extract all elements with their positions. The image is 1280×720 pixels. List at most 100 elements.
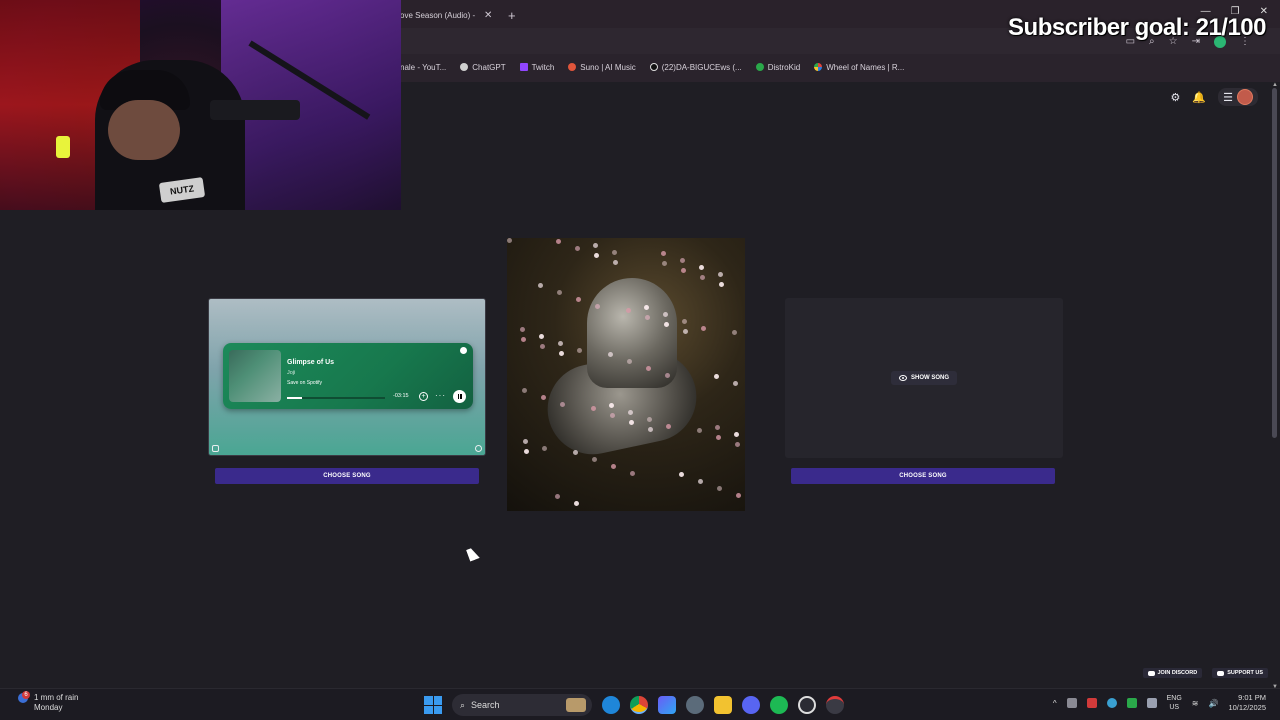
artist-name[interactable]: Joji (287, 370, 295, 376)
browser-tab[interactable]: ove Season (Audio) - ✕ + (400, 4, 520, 26)
chatgpt-icon (460, 63, 469, 71)
join-discord-button[interactable]: JOIN DISCORD (1142, 668, 1203, 678)
show-song-label: SHOW SONG (910, 375, 949, 381)
flower (524, 449, 529, 454)
flower (538, 283, 543, 288)
bell-icon[interactable]: 🔔 (1192, 91, 1206, 104)
volume-icon[interactable]: 🔊 (1208, 699, 1218, 708)
discord-app-icon[interactable] (742, 696, 760, 714)
tray-blue-icon[interactable] (1106, 698, 1117, 708)
flower (717, 486, 722, 491)
choose-song-button-right[interactable]: CHOOSE SONG (791, 468, 1055, 484)
support-icon (1217, 670, 1225, 676)
bookmark-chatgpt[interactable]: ChatGPT (460, 63, 506, 72)
flower (715, 425, 720, 430)
bookmark-distrokid[interactable]: DistroKid (755, 62, 801, 72)
flower (733, 381, 738, 386)
twitch-icon (519, 63, 528, 71)
flower (681, 268, 686, 273)
flower (593, 243, 598, 248)
flower (664, 322, 669, 327)
mouse-cursor (466, 546, 480, 562)
search-highlight-icon (566, 698, 586, 712)
face (108, 100, 180, 160)
flower (663, 312, 668, 317)
choose-song-button-left[interactable]: CHOOSE SONG (215, 468, 479, 484)
progress-fill (287, 397, 302, 399)
notification-badge: 6 (22, 691, 30, 699)
chevron-up-icon[interactable]: ^ (1053, 699, 1057, 708)
system-tray: ^ ENG US ≋ 🔊 9:01 PM 10/12/2025 (1053, 693, 1266, 713)
flower (735, 442, 740, 447)
settings-corner-icon[interactable] (475, 445, 482, 452)
flower (719, 282, 724, 287)
taskbar-search[interactable]: ⌕ Search (452, 694, 592, 716)
flower (575, 246, 580, 251)
save-on-spotify-link[interactable]: Save on Spotify (287, 380, 322, 386)
wifi-icon[interactable]: ≋ (1192, 699, 1199, 708)
flower (611, 464, 616, 469)
knight-helmet (587, 278, 677, 388)
app-icon[interactable] (826, 696, 844, 714)
flower (734, 432, 739, 437)
flower (520, 327, 525, 332)
new-tab-button[interactable]: + (508, 8, 516, 23)
flower (683, 329, 688, 334)
weather-text: 1 mm of rain (34, 693, 79, 702)
bookmark-wheel-of-names[interactable]: Wheel of Names | R... (814, 63, 904, 72)
flower (609, 403, 614, 408)
user-menu[interactable]: ☰ (1218, 88, 1258, 106)
flower (558, 341, 563, 346)
copilot-icon[interactable] (658, 696, 676, 714)
bookmark-label: (22)DA-BIGUCEws (... (661, 62, 742, 72)
bookmark-youtube[interactable]: nale - YouT... (400, 63, 446, 72)
flower (665, 373, 670, 378)
obs-icon[interactable] (798, 696, 816, 714)
bookmark-label: DistroKid (767, 62, 801, 72)
show-song-button[interactable]: SHOW SONG (891, 371, 957, 385)
flower (732, 330, 737, 335)
weather-day: Monday (34, 703, 63, 712)
flower (521, 337, 526, 342)
tray-app-icon[interactable] (1066, 698, 1077, 708)
weather-widget[interactable]: 6 1 mm of rain Monday (18, 691, 79, 713)
file-explorer-icon[interactable] (714, 696, 732, 714)
spotify-embed[interactable]: Glimpse of Us Joji Save on Spotify -03:1… (223, 343, 473, 409)
clock[interactable]: 9:01 PM 10/12/2025 (1228, 693, 1266, 713)
spotify-logo-icon[interactable] (460, 347, 467, 354)
progress-bar[interactable] (287, 397, 385, 399)
bookmark-tiktok[interactable]: (22)DA-BIGUCEws (... (649, 62, 742, 72)
support-us-button[interactable]: SUPPORT US (1212, 668, 1268, 678)
bookmark-suno[interactable]: Suno | AI Music (568, 63, 636, 72)
flower (507, 238, 512, 243)
flower (627, 359, 632, 364)
tray-green-icon[interactable] (1126, 698, 1137, 708)
expand-icon[interactable] (212, 445, 219, 452)
spotify-app-icon[interactable] (770, 696, 788, 714)
bookmark-twitch[interactable]: Twitch (519, 63, 554, 72)
tray-red-icon[interactable] (1086, 698, 1097, 708)
edge-icon[interactable] (602, 696, 620, 714)
flower (608, 352, 613, 357)
microphone-icon[interactable] (1146, 698, 1157, 708)
scrollbar-thumb[interactable] (1272, 88, 1277, 438)
language-indicator[interactable]: ENG US (1167, 694, 1182, 712)
flower (595, 304, 600, 309)
flower (698, 479, 703, 484)
flower (594, 253, 599, 258)
windows-start-icon[interactable] (424, 696, 442, 714)
flower (697, 428, 702, 433)
pause-button[interactable] (453, 390, 466, 403)
tab-close-icon[interactable]: ✕ (484, 10, 492, 21)
add-icon[interactable]: + (419, 392, 428, 401)
more-options-icon[interactable]: ··· (435, 391, 446, 400)
gear-icon[interactable]: ⚙ (1171, 91, 1181, 104)
flower (647, 417, 652, 422)
search-label: Search (471, 700, 500, 710)
bookmark-label: nale - YouT... (400, 62, 447, 72)
settings-app-icon[interactable] (686, 696, 704, 714)
join-discord-label: JOIN DISCORD (1157, 670, 1198, 676)
chrome-icon[interactable] (630, 696, 648, 714)
flower (522, 388, 527, 393)
flower (648, 427, 653, 432)
